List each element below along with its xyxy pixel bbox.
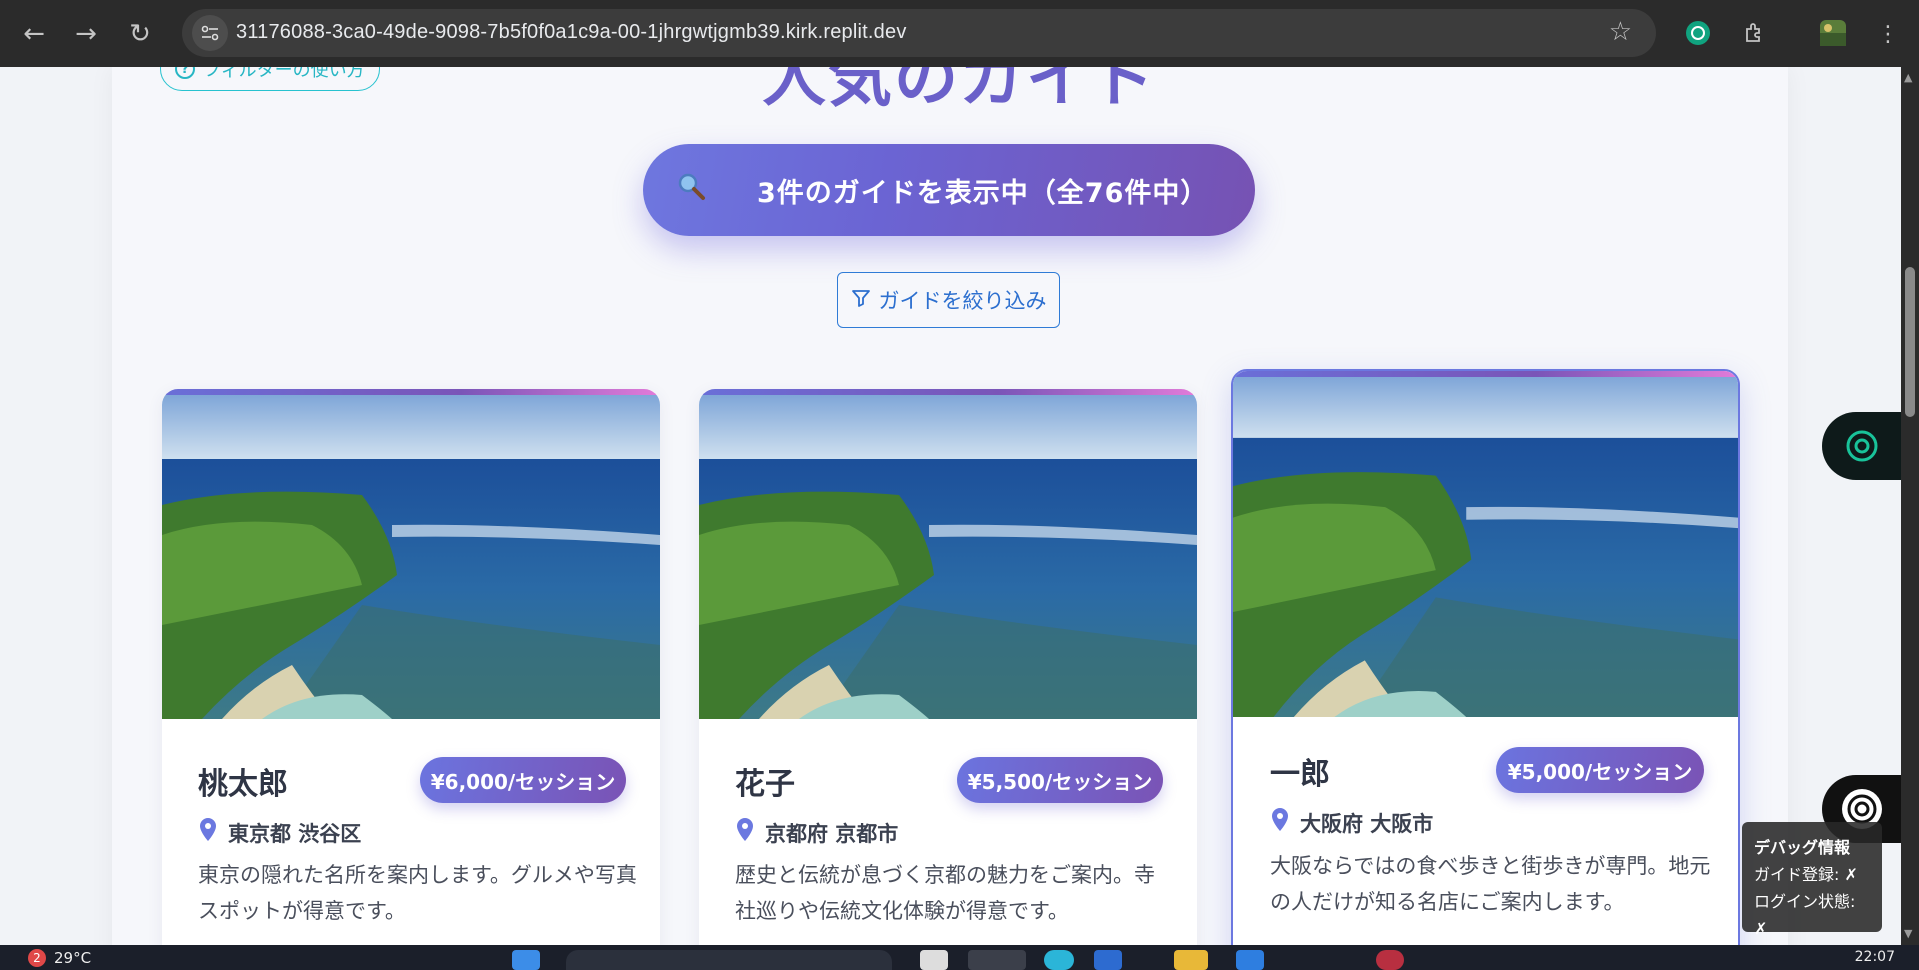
notification-badge: 2 (28, 949, 46, 967)
debug-panel: デバッグ情報 ガイド登録: ✗ ログイン状態: ✗ (1742, 822, 1882, 938)
browser-toolbar: ← → ↻ 31176088-3ca0-49de-9098-7b5f0f0a1c… (0, 0, 1919, 67)
guide-photo (699, 395, 1197, 719)
url-text[interactable]: 31176088-3ca0-49de-9098-7b5f0f0a1c9a-00-… (236, 21, 907, 44)
filter-guides-button[interactable]: ガイドを絞り込み (837, 272, 1060, 328)
result-count-text: 3件のガイドを表示中（全76件中） (757, 177, 1209, 209)
chatgpt-icon (1846, 430, 1878, 462)
description-line: 社巡りや伝統文化体験が得意です。 (735, 899, 1069, 923)
profile-avatar[interactable] (1816, 16, 1850, 50)
map-pin-icon (1270, 807, 1290, 838)
extensions-puzzle-icon[interactable] (1738, 16, 1772, 50)
section-title: 人気のガイド (762, 67, 1158, 116)
guide-photo (1233, 377, 1738, 717)
address-bar[interactable]: 31176088-3ca0-49de-9098-7b5f0f0a1c9a-00-… (182, 9, 1656, 57)
taskbar-app[interactable] (1094, 950, 1122, 970)
guide-name: 花子 (735, 767, 795, 802)
page-viewport: 人気のガイド ? フィルターの使い方 3件のガイドを表示中（全76件中） ガイド… (0, 67, 1901, 945)
magnifier-icon (675, 170, 715, 210)
filter-guides-label: ガイドを絞り込み (878, 289, 1047, 313)
back-icon[interactable]: ← (16, 16, 52, 52)
start-button[interactable] (512, 950, 540, 970)
forward-icon[interactable]: → (68, 16, 104, 52)
guide-description: 歴史と伝統が息づく京都の魅力をご案内。寺 社巡りや伝統文化体験が得意です。 (735, 857, 1175, 929)
taskbar-app[interactable] (920, 950, 948, 970)
price-badge: ¥5,500/セッション (957, 757, 1163, 803)
reload-icon[interactable]: ↻ (122, 16, 158, 52)
help-icon: ? (175, 67, 195, 79)
more-menu-icon[interactable]: ⋮ (1870, 16, 1906, 52)
description-line: スポットが得意です。 (198, 899, 406, 923)
guide-description: 大阪ならではの食べ歩きと街歩きが専門。地元 の人だけが知る名店にご案内します。 (1270, 848, 1720, 920)
description-line: 大阪ならではの食べ歩きと街歩きが専門。地元 (1270, 854, 1711, 878)
weather-widget[interactable]: 2 29°C (28, 949, 91, 967)
site-info-icon[interactable] (192, 15, 228, 51)
funnel-icon (851, 288, 871, 313)
taskbar-app[interactable] (1044, 950, 1074, 970)
scroll-up-arrow[interactable]: ▲ (1904, 71, 1912, 84)
clock: 22:07 (1854, 949, 1895, 965)
taskbar-app-active[interactable] (968, 950, 1026, 970)
price-badge: ¥5,000/セッション (1496, 747, 1704, 793)
guide-card-active[interactable]: 一郎 ¥5,000/セッション 大阪府 大阪市 大阪ならではの食べ歩きと街歩きが… (1231, 369, 1740, 945)
description-line: の人だけが知る名店にご案内します。 (1270, 890, 1625, 914)
location-text: 京都府 京都市 (765, 821, 899, 846)
guide-card[interactable]: 花子 ¥5,500/セッション 京都府 京都市 歴史と伝統が息づく京都の魅力をご… (699, 389, 1197, 945)
guide-location: 東京都 渋谷区 (198, 817, 361, 848)
location-text: 大阪府 大阪市 (1300, 811, 1434, 836)
debug-guide-registered: ガイド登録: ✗ (1754, 865, 1858, 884)
scroll-down-arrow[interactable]: ▼ (1904, 927, 1912, 940)
debug-login-status: ログイン状態: ✗ (1754, 892, 1856, 938)
taskbar-search[interactable] (566, 950, 892, 970)
chatgpt-extension-icon[interactable] (1681, 16, 1715, 50)
filter-help-link[interactable]: ? フィルターの使い方 (160, 67, 380, 91)
os-taskbar: 2 29°C 22:07 (0, 945, 1919, 970)
map-pin-icon (735, 817, 755, 848)
guide-card[interactable]: 桃太郎 ¥6,000/セッション 東京都 渋谷区 東京の隠れた名所を案内します。… (162, 389, 660, 945)
map-pin-icon (198, 817, 218, 848)
guide-name: 桃太郎 (198, 767, 288, 802)
taskbar-app[interactable] (1174, 950, 1208, 970)
bookmark-star-icon[interactable]: ☆ (1609, 17, 1632, 47)
debug-title: デバッグ情報 (1754, 838, 1851, 857)
filter-help-label: フィルターの使い方 (203, 67, 365, 81)
guide-name: 一郎 (1270, 757, 1330, 792)
taskbar-app[interactable] (1376, 950, 1404, 970)
guide-photo (162, 395, 660, 719)
taskbar-app[interactable] (1236, 950, 1264, 970)
guide-location: 京都府 京都市 (735, 817, 898, 848)
location-text: 東京都 渋谷区 (228, 821, 362, 846)
page-scrollbar[interactable]: ▲ ▼ (1901, 67, 1919, 945)
chatgpt-sidebar-tab[interactable] (1822, 412, 1901, 480)
result-count-banner: 3件のガイドを表示中（全76件中） (643, 144, 1255, 236)
scroll-thumb[interactable] (1905, 267, 1915, 417)
description-line: 東京の隠れた名所を案内します。グルメや写真 (198, 863, 637, 887)
guide-description: 東京の隠れた名所を案内します。グルメや写真 スポットが得意です。 (198, 857, 638, 929)
guide-location: 大阪府 大阪市 (1270, 807, 1433, 838)
description-line: 歴史と伝統が息づく京都の魅力をご案内。寺 (735, 863, 1155, 887)
price-badge: ¥6,000/セッション (420, 757, 626, 803)
temperature-text: 29°C (54, 949, 92, 967)
